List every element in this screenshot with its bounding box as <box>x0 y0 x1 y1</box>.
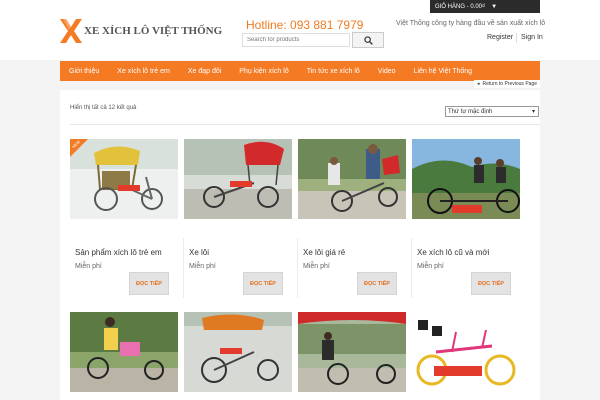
logo-text: XE XÍCH LÔ VIỆT THỐNG <box>84 25 223 37</box>
caret-down-icon: ▼ <box>491 3 498 10</box>
nav-item-tin-tuc[interactable]: Tin tức xe xích lô <box>298 61 369 81</box>
product-image[interactable] <box>298 139 406 219</box>
product-title[interactable]: Xe xích lô cũ và mới <box>417 248 489 257</box>
product-title[interactable]: Xe lôi giá rẻ <box>303 248 345 257</box>
card-divider <box>297 238 298 298</box>
product-image[interactable]: NEW <box>70 139 178 219</box>
nav-item-xich-lo-tre-em[interactable]: Xe xích lô trẻ em <box>108 61 179 81</box>
cart-label: GIỎ HÀNG - 0.00₫ <box>435 3 486 10</box>
read-more-button[interactable]: ĐỌC TIẾP <box>243 272 283 295</box>
result-count: Hiển thị tất cả 12 kết quả <box>70 105 137 111</box>
product-image[interactable] <box>412 312 520 392</box>
kids-tricycle-photo <box>70 312 178 392</box>
nav-item-gioi-thieu[interactable]: Giới thiệu <box>60 61 108 81</box>
hotline: Hotline: 093 881 7979 <box>246 18 364 32</box>
sign-in-link[interactable]: Sign In <box>521 34 543 41</box>
tricycle-photo <box>298 312 406 392</box>
card-divider <box>411 238 412 298</box>
breadcrumb[interactable]: ◂ Return to Previous Page <box>474 80 540 88</box>
product-price: Miễn phí <box>75 263 102 270</box>
read-more-button[interactable]: ĐỌC TIẾP <box>129 272 169 295</box>
nav-item-lien-he[interactable]: Liên hệ Việt Thống <box>405 61 482 81</box>
product-image[interactable] <box>412 139 520 219</box>
read-more-button[interactable]: ĐỌC TIẾP <box>471 272 511 295</box>
product-image[interactable] <box>184 139 292 219</box>
tagline: Việt Thống công ty hàng đầu về sản xuất … <box>396 20 546 27</box>
product-price: Miễn phí <box>417 263 444 270</box>
divider <box>70 124 540 125</box>
tandem-bike-photo <box>412 139 520 219</box>
logo-x-icon <box>60 19 82 43</box>
nav-item-xe-dap-doi[interactable]: Xe đạp đôi <box>179 61 230 81</box>
sort-selected-value: Thứ tự mặc định <box>448 108 493 115</box>
read-more-button[interactable]: ĐỌC TIẾP <box>357 272 397 295</box>
product-title[interactable]: Sản phẩm xích lô trẻ em <box>75 248 162 257</box>
tricycle-photo <box>298 139 406 219</box>
register-link[interactable]: Register <box>487 34 513 41</box>
product-image[interactable] <box>184 312 292 392</box>
sort-select[interactable]: Thứ tự mặc định ▾ <box>445 106 539 117</box>
tricycle-photo <box>184 312 292 392</box>
nav-item-phu-kien[interactable]: Phụ kiện xích lô <box>230 61 297 81</box>
nav-item-video[interactable]: Video <box>369 61 405 81</box>
product-title[interactable]: Xe lôi <box>189 248 209 257</box>
search-icon <box>363 35 373 45</box>
site-logo[interactable]: XE XÍCH LÔ VIỆT THỐNG <box>60 18 222 44</box>
main-nav: Giới thiệu Xe xích lô trẻ em Xe đạp đôi … <box>60 61 540 81</box>
account-separator <box>516 33 517 43</box>
tandem-bike-photo <box>412 312 520 392</box>
product-image[interactable] <box>298 312 406 392</box>
tricycle-photo: NEW <box>70 139 178 219</box>
search-button[interactable] <box>352 32 384 48</box>
product-price: Miễn phí <box>189 263 216 270</box>
product-price: Miễn phí <box>303 263 330 270</box>
breadcrumb-link: Return to Previous Page <box>482 81 537 87</box>
tricycle-photo <box>184 139 292 219</box>
search-input[interactable] <box>242 33 350 47</box>
cart-button[interactable]: GIỎ HÀNG - 0.00₫ ▼ <box>430 0 540 13</box>
select-arrow-icon: ▾ <box>531 109 535 115</box>
return-arrow-icon: ◂ <box>477 81 480 87</box>
product-image[interactable] <box>70 312 178 392</box>
card-divider <box>183 238 184 298</box>
